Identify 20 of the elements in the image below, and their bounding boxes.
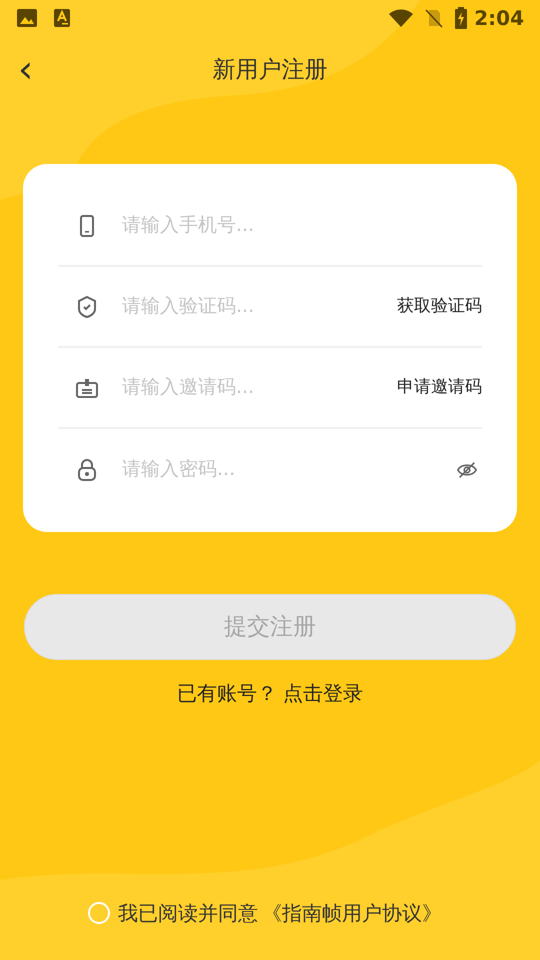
get-code-button[interactable]: 获取验证码 — [397, 294, 482, 320]
back-button[interactable]: ‹ — [18, 50, 34, 88]
clock-time: 2:04 — [474, 5, 524, 32]
image-icon — [16, 8, 38, 28]
agreement-text: 我已阅读并同意 — [118, 900, 258, 927]
request-invite-button[interactable]: 申请邀请码 — [397, 374, 482, 400]
battery-charging-icon — [454, 7, 468, 29]
wifi-icon — [388, 8, 414, 28]
page-title: 新用户注册 — [212, 56, 328, 85]
text-icon — [53, 8, 71, 28]
shield-check-icon — [75, 294, 99, 318]
agreement-checkbox[interactable] — [88, 902, 110, 924]
input-field[interactable]: 请输入密码... — [122, 455, 456, 484]
lock-icon — [75, 458, 99, 482]
no-sim-icon — [424, 8, 444, 28]
input-field[interactable]: 请输入邀请码... — [122, 373, 397, 402]
input-field[interactable]: 请输入手机号... — [122, 211, 482, 240]
login-link[interactable]: 已有账号？ 点击登录 — [176, 678, 364, 708]
agreement-link[interactable]: 《指南帧用户协议》 — [262, 898, 442, 928]
input-field[interactable]: 请输入验证码... — [122, 292, 397, 321]
